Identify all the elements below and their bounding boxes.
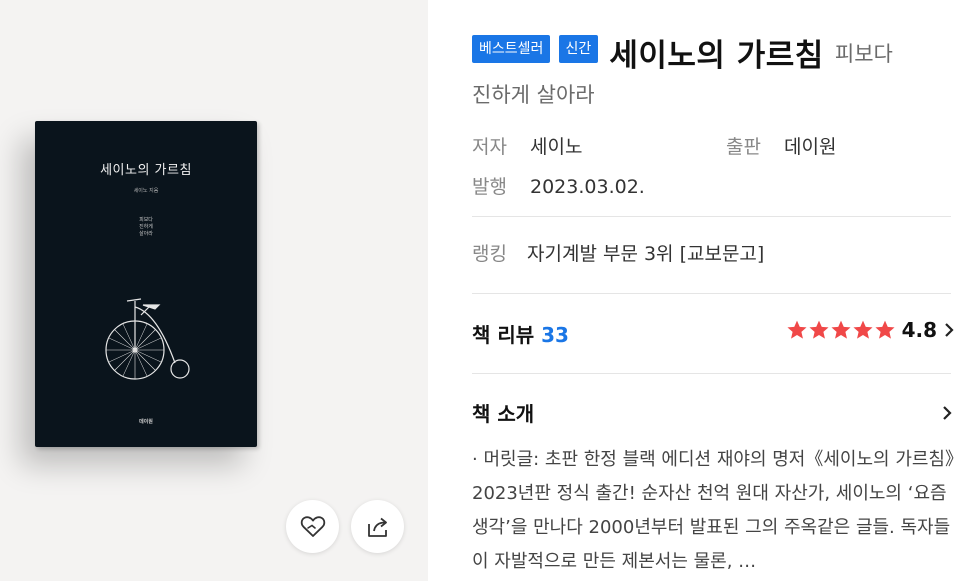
cover-subtitle: 피보다 진하게 살아라: [139, 217, 153, 237]
star-icon: [875, 320, 895, 339]
date-value: 2023.03.02.: [530, 176, 645, 198]
book-cover-image[interactable]: 세이노의 가르침 세이노 지음 피보다 진하게 살아라 데이원: [35, 121, 257, 447]
ranking-value: 자기계발 부문 3위 [교보문고]: [527, 243, 765, 265]
divider: [472, 373, 951, 374]
rating-value: 4.8: [901, 318, 937, 342]
share-button[interactable]: [351, 500, 404, 553]
book-subtitle-part1: 피보다: [834, 41, 893, 66]
divider: [472, 216, 951, 217]
date-label: 발행: [472, 176, 507, 198]
date-row: 발행 2023.03.02.: [472, 172, 645, 199]
author-value[interactable]: 세이노: [530, 136, 582, 158]
publisher-row: 출판 데이원: [726, 132, 836, 159]
book-title: 세이노의 가르침: [609, 38, 824, 74]
cover-title: 세이노의 가르침: [100, 163, 192, 178]
title-block: 베스트셀러 신간 세이노의 가르침 피보다 진하게 살아라: [472, 30, 957, 109]
star-icon: [853, 320, 873, 339]
rating-link[interactable]: 4.8: [786, 318, 957, 342]
reviews-link[interactable]: 책 리뷰 33: [472, 319, 569, 348]
star-icon: [809, 320, 829, 339]
intro-heading: 책 소개: [472, 402, 535, 426]
new-badge: 신간: [558, 34, 599, 63]
author-row: 저자 세이노: [472, 132, 582, 159]
star-icon: [831, 320, 851, 339]
publisher-value[interactable]: 데이원: [784, 136, 836, 158]
ranking-label: 랭킹: [472, 243, 507, 265]
cover-author: 세이노 지음: [133, 188, 159, 194]
cover-publisher: 데이원: [139, 419, 153, 425]
ranking-row: 랭킹 자기계발 부문 3위 [교보문고]: [472, 239, 764, 266]
book-info-panel: 베스트셀러 신간 세이노의 가르침 피보다 진하게 살아라 저자 세이노 출판 데이…: [472, 0, 957, 581]
author-label: 저자: [472, 136, 507, 158]
star-icon: [787, 320, 807, 339]
publisher-label: 출판: [726, 136, 761, 158]
chevron-right-icon: [945, 323, 954, 337]
like-button[interactable]: [286, 500, 339, 553]
share-icon: [367, 517, 387, 537]
reviews-count: 33: [541, 323, 569, 347]
divider: [472, 293, 951, 294]
reviews-label: 책 리뷰: [472, 323, 535, 347]
cover-panel: 세이노의 가르침 세이노 지음 피보다 진하게 살아라 데이원: [0, 0, 428, 581]
penny-farthing-illustration: [105, 298, 190, 380]
intro-chevron-right-icon[interactable]: [939, 403, 955, 423]
bestseller-badge: 베스트셀러: [472, 34, 551, 63]
intro-text: · 머릿글: 초판 한정 블랙 에디션 재야의 명저《세이노의 가르침》2023…: [472, 449, 954, 572]
heart-icon: [300, 515, 325, 537]
book-subtitle-part2: 진하게 살아라: [472, 83, 595, 107]
